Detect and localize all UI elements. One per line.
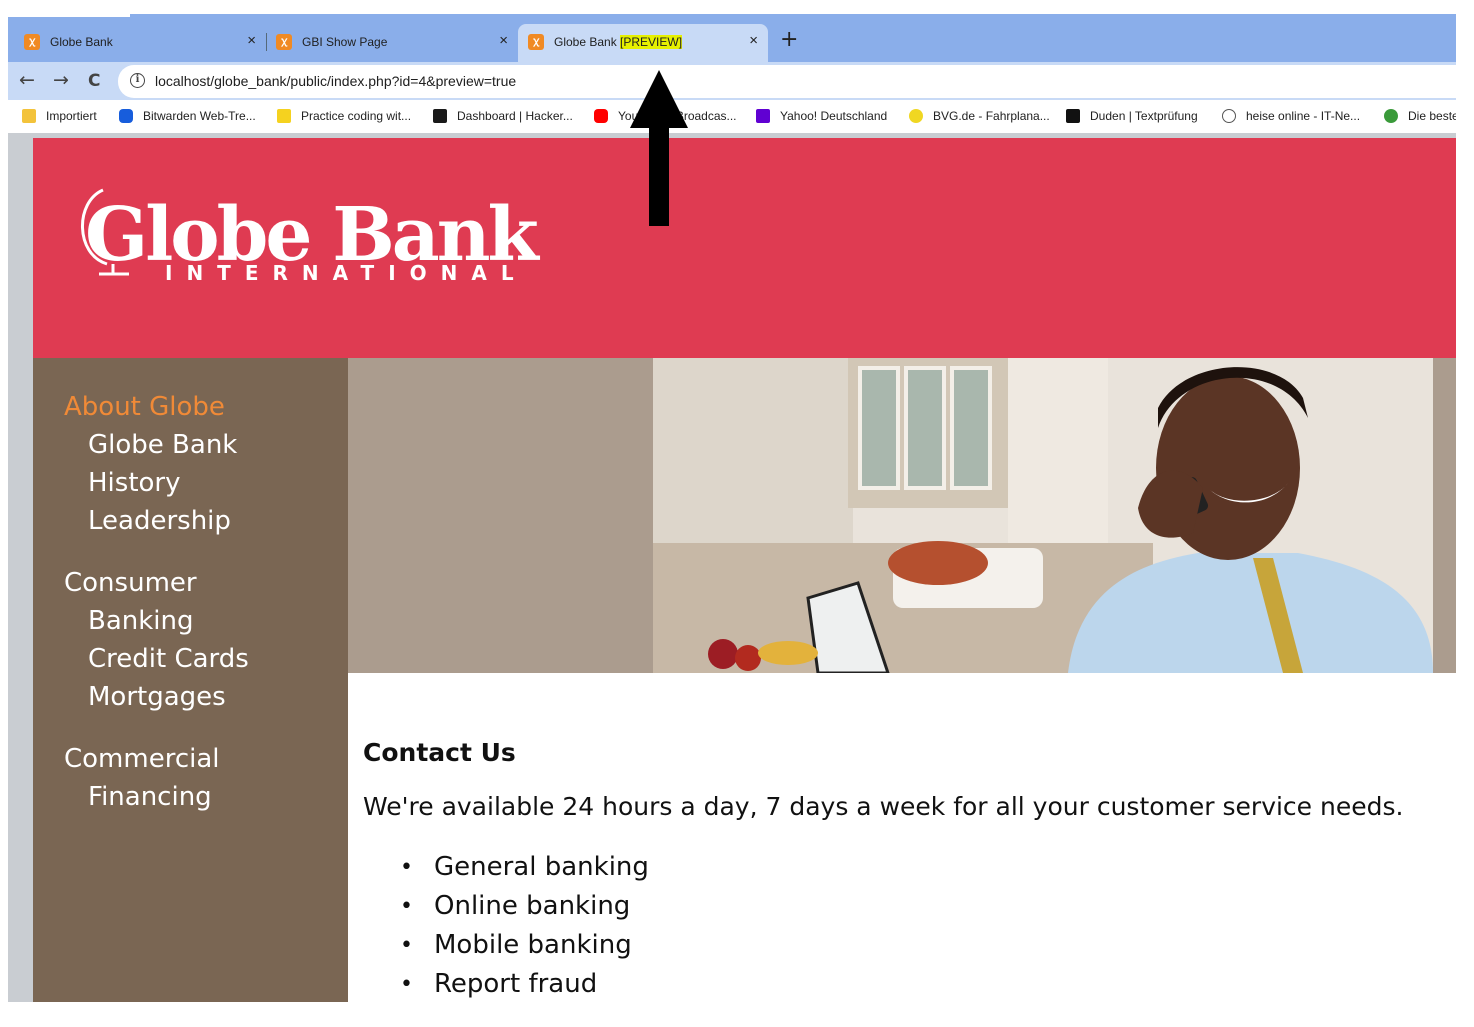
bookmark-label: heise online - IT-Ne... [1246,109,1361,123]
bookmark-label: BVG.de - Fahrplana... [933,109,1050,123]
duden-icon [1066,109,1080,123]
preview-highlight: [PREVIEW] [620,35,683,49]
hackerrank-icon [433,109,447,123]
back-arrow-icon[interactable]: ← [19,69,35,91]
tab-strip: ꭓ Globe Bank × ꭓ GBI Show Page × ꭓ Globe… [8,14,1456,62]
bookmarks-bar: Importiert Bitwarden Web-Tre... Practice… [8,100,1456,133]
web-page: Globe Bank INTERNATIONAL About Globe Glo… [33,138,1456,1002]
list-item: Online banking [363,887,649,926]
list-item: Report fraud [363,965,649,1002]
list-item: General banking [363,848,649,887]
bookmark-item[interactable]: Yahoo! Deutschland [756,109,887,123]
address-bar[interactable]: i localhost/globe_bank/public/index.php?… [118,65,1456,98]
nav-page-mortgages[interactable]: Mortgages [88,682,226,712]
annotation-arrow-icon [630,70,688,226]
nav-page-banking[interactable]: Banking [88,606,194,636]
tab-strip-edge [8,14,130,17]
site-info-icon[interactable]: i [130,73,145,88]
bvg-icon [909,109,923,123]
nav-subject-about-globe[interactable]: About Globe [64,392,225,422]
tab-globe-bank[interactable]: ꭓ Globe Bank × [14,24,266,62]
nav-page-history[interactable]: History [88,468,181,498]
hero-image [348,358,1456,673]
bookmark-item[interactable]: BVG.de - Fahrplana... [909,109,1050,123]
tab-close-icon[interactable]: × [749,32,758,49]
folder-icon [22,109,36,123]
xampp-favicon-icon: ꭓ [528,34,544,50]
chefkoch-icon [1384,109,1398,123]
xampp-favicon-icon: ꭓ [24,34,40,50]
yahoo-icon [756,109,770,123]
bookmark-label: Yahoo! Deutschland [780,109,888,123]
reload-icon[interactable]: C [88,71,100,91]
bookmark-item[interactable]: Importiert [22,109,97,123]
nav-subject-commercial[interactable]: Commercial [64,744,220,774]
site-header: Globe Bank INTERNATIONAL [33,138,1456,358]
tab-title-text: Globe Bank [554,35,621,49]
tab-title: Globe Bank [PREVIEW] [554,35,683,49]
nav-page-leadership[interactable]: Leadership [88,506,231,536]
nav-subject-consumer[interactable]: Consumer [64,568,197,598]
new-tab-button[interactable]: + [780,27,798,52]
hero-photo-man-on-phone [348,358,1456,673]
nav-page-credit-cards[interactable]: Credit Cards [88,644,249,674]
youtube-icon [594,109,608,123]
bookmark-label: Practice coding wit... [301,109,412,123]
url-text: localhost/globe_bank/public/index.php?id… [155,73,517,89]
bookmark-label: Bitwarden Web-Tre... [143,109,256,123]
tab-close-icon[interactable]: × [247,32,256,49]
tab-close-icon[interactable]: × [499,32,508,49]
tab-title: GBI Show Page [302,35,388,49]
bookmark-item[interactable]: Die beste [1384,109,1456,123]
bookmark-label: Duden | Textprüfung [1090,109,1198,123]
codewars-icon [277,109,291,123]
browser-window: ꭓ Globe Bank × ꭓ GBI Show Page × ꭓ Globe… [8,14,1456,1002]
bookmark-item[interactable]: heise online - IT-Ne... [1222,109,1360,123]
bookmark-label: Die beste [1408,109,1456,123]
heise-icon [1222,109,1236,123]
bookmark-item[interactable]: Bitwarden Web-Tre... [119,109,256,123]
list-item: Mobile banking [363,926,649,965]
contact-lede: We're available 24 hours a day, 7 days a… [363,792,1404,821]
bookmark-item[interactable]: Dashboard | Hacker... [433,109,573,123]
sidebar-navigation: About Globe Globe Bank History Leadershi… [33,358,348,1002]
nav-page-financing[interactable]: Financing [88,782,212,812]
tab-title: Globe Bank [50,35,113,49]
bookmark-label: Importiert [46,109,97,123]
toolbar: ← → C i localhost/globe_bank/public/inde… [8,62,1456,100]
service-list: General banking Online banking Mobile ba… [363,848,649,1002]
page-heading: Contact Us [363,738,516,767]
globe-bank-logo: Globe Bank INTERNATIONAL [81,188,544,285]
bookmark-item[interactable]: Practice coding wit... [277,109,411,123]
bitwarden-icon [119,109,133,123]
tab-gbi-show-page[interactable]: ꭓ GBI Show Page × [266,24,518,62]
xampp-favicon-icon: ꭓ [276,34,292,50]
tab-globe-bank-preview[interactable]: ꭓ Globe Bank [PREVIEW] × [518,24,768,62]
logo-sub-text: INTERNATIONAL [165,261,528,285]
forward-arrow-icon[interactable]: → [53,69,69,91]
bookmark-item[interactable]: Duden | Textprüfung [1066,109,1198,123]
bookmark-label: Dashboard | Hacker... [457,109,573,123]
nav-page-globe-bank[interactable]: Globe Bank [88,430,237,460]
